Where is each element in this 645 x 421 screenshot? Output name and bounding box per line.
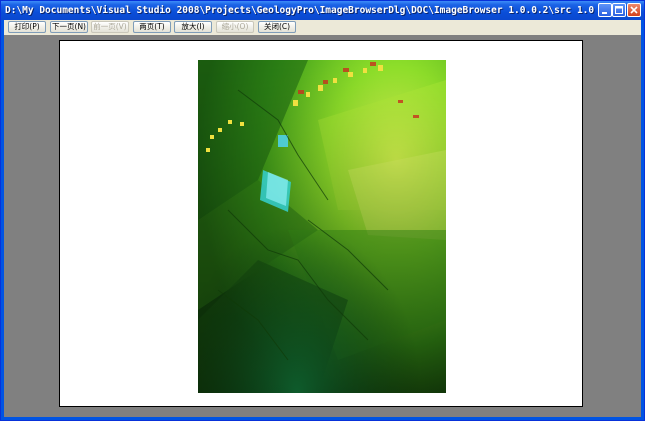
maximize-icon: [615, 6, 623, 14]
print-preview-window: D:\My Documents\Visual Studio 2008\Proje…: [0, 0, 645, 421]
two-page-button[interactable]: 两页(T): [133, 21, 171, 33]
preview-viewport[interactable]: [4, 35, 641, 417]
zoom-out-button[interactable]: 缩小(O): [216, 21, 254, 33]
window-title: D:\My Documents\Visual Studio 2008\Proje…: [5, 5, 595, 16]
preview-toolbar: 打印(P) 下一页(N) 前一页(V) 两页(T) 放大(I) 缩小(O) 关闭…: [4, 20, 641, 35]
print-button[interactable]: 打印(P): [8, 21, 46, 33]
preview-page: [59, 40, 583, 407]
window-client-area: 打印(P) 下一页(N) 前一页(V) 两页(T) 放大(I) 缩小(O) 关闭…: [4, 20, 641, 417]
close-window-button[interactable]: [627, 3, 641, 17]
maximize-button[interactable]: [612, 3, 626, 17]
minimize-icon: [602, 12, 607, 14]
close-preview-button[interactable]: 关闭(C): [258, 21, 296, 33]
previous-page-button[interactable]: 前一页(V): [91, 21, 129, 33]
zoom-in-button[interactable]: 放大(I): [174, 21, 212, 33]
minimize-button[interactable]: [598, 3, 612, 17]
close-icon: [630, 6, 638, 14]
image-icon: [198, 60, 446, 393]
next-page-button[interactable]: 下一页(N): [50, 21, 88, 33]
title-bar[interactable]: D:\My Documents\Visual Studio 2008\Proje…: [1, 1, 644, 20]
preview-image: [198, 60, 446, 393]
